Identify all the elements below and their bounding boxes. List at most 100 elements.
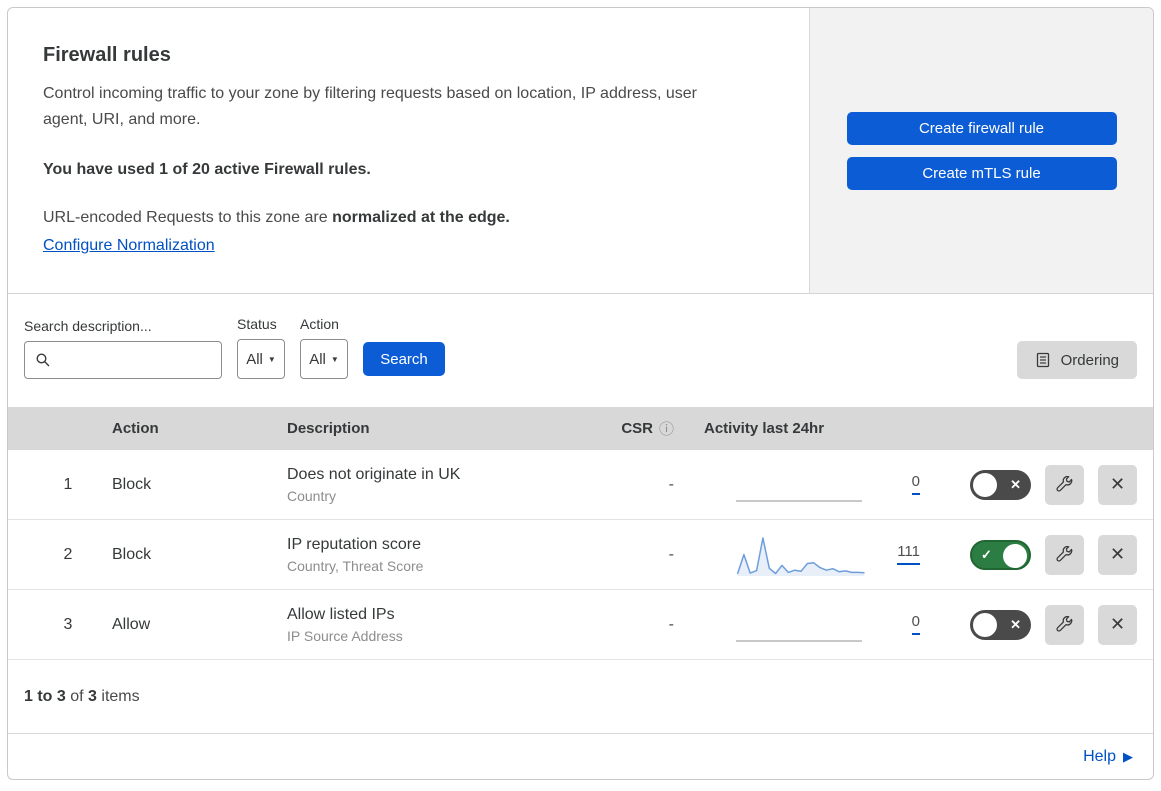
rule-priority: 3: [63, 615, 73, 633]
rule-activity-cell: 0: [680, 463, 920, 507]
header-section: Firewall rules Control incoming traffic …: [8, 8, 1153, 294]
firewall-rules-card: Firewall rules Control incoming traffic …: [7, 7, 1154, 780]
search-group: Search description...: [24, 318, 222, 379]
of-text: of: [70, 687, 84, 705]
toggle-knob: [1003, 543, 1027, 568]
chevron-down-icon: ▼: [267, 354, 276, 364]
column-csr: CSR ⓘ: [595, 418, 680, 439]
cross-icon: ✕: [1010, 616, 1021, 632]
delete-rule-button[interactable]: ✕: [1098, 464, 1137, 505]
column-activity: Activity last 24hr: [704, 420, 825, 437]
toggle-knob: [973, 612, 997, 637]
info-icon[interactable]: ⓘ: [659, 418, 674, 439]
rule-csr-value: -: [668, 475, 674, 493]
rule-description-cell: Allow listed IPs IP Source Address: [287, 606, 595, 644]
rule-priority: 1: [63, 475, 73, 493]
status-dropdown-value: All: [246, 350, 263, 368]
rule-csr-value: -: [668, 545, 674, 563]
activity-sparkline: [736, 603, 866, 647]
rule-description[interactable]: Allow listed IPs: [287, 606, 595, 624]
wrench-icon: [1056, 476, 1073, 492]
table-body: 1 Block Does not originate in UK Country…: [8, 450, 1153, 660]
rule-priority: 2: [63, 545, 73, 563]
edit-rule-button[interactable]: [1045, 464, 1084, 505]
status-dropdown[interactable]: All ▼: [237, 339, 285, 379]
action-dropdown[interactable]: All ▼: [300, 339, 348, 379]
enable-toggle[interactable]: ✓ ✕: [970, 609, 1031, 640]
enable-toggle[interactable]: ✓ ✕: [970, 469, 1031, 500]
edit-rule-button[interactable]: [1045, 534, 1084, 575]
search-button[interactable]: Search: [363, 342, 445, 376]
rule-action: Block: [112, 545, 152, 563]
table-row: 3 Allow Allow listed IPs IP Source Addre…: [8, 590, 1153, 660]
list-document-icon: [1036, 352, 1049, 368]
table-header: Action Description CSR ⓘ Activity last 2…: [8, 407, 1153, 450]
search-text-field[interactable]: [51, 342, 221, 378]
activity-sparkline: [736, 463, 866, 507]
search-icon: [36, 353, 50, 367]
page-title: Firewall rules: [43, 44, 171, 66]
rule-controls: ✓ ✕ ✕: [920, 534, 1137, 575]
help-bar: Help ▶: [8, 734, 1153, 779]
close-icon: ✕: [1109, 614, 1126, 634]
rule-controls: ✓ ✕ ✕: [920, 604, 1137, 645]
rule-description[interactable]: IP reputation score: [287, 536, 595, 554]
arrow-right-icon: ▶: [1123, 749, 1133, 764]
usage-summary: You have used 1 of 20 active Firewall ru…: [43, 161, 371, 178]
activity-count-link[interactable]: 0: [911, 614, 920, 635]
rule-controls: ✓ ✕ ✕: [920, 464, 1137, 505]
rule-description-cell: Does not originate in UK Country: [287, 466, 595, 504]
filter-bar: Search description... Status All ▼ Actio…: [8, 294, 1153, 407]
edit-rule-button[interactable]: [1045, 604, 1084, 645]
enable-toggle[interactable]: ✓ ✕: [970, 539, 1031, 570]
activity-count-link[interactable]: 0: [911, 474, 920, 495]
range-text: 1 to 3: [24, 687, 66, 705]
rule-activity-cell: 111: [680, 533, 920, 577]
items-text: items: [101, 687, 140, 705]
delete-rule-button[interactable]: ✕: [1098, 534, 1137, 575]
status-group: Status All ▼: [237, 316, 285, 379]
search-label: Search description...: [24, 318, 152, 334]
wrench-icon: [1056, 616, 1073, 632]
pagination-summary: 1 to 3 of 3 items: [8, 660, 1153, 734]
delete-rule-button[interactable]: ✕: [1098, 604, 1137, 645]
search-input[interactable]: [24, 341, 222, 379]
help-label: Help: [1083, 747, 1116, 765]
column-action: Action: [112, 420, 159, 437]
create-mtls-rule-button[interactable]: Create mTLS rule: [846, 156, 1117, 190]
normalization-note: URL-encoded Requests to this zone are no…: [43, 209, 779, 227]
actions-panel: Create firewall rule Create mTLS rule: [809, 8, 1153, 293]
rule-fields: Country: [287, 487, 337, 504]
rule-description[interactable]: Does not originate in UK: [287, 466, 595, 484]
action-dropdown-value: All: [309, 350, 326, 368]
help-link[interactable]: Help ▶: [1083, 748, 1133, 766]
activity-sparkline: [736, 533, 866, 577]
ordering-button[interactable]: Ordering: [1016, 341, 1137, 379]
status-label: Status: [237, 316, 277, 332]
close-icon: ✕: [1109, 474, 1126, 494]
toggle-knob: [973, 472, 997, 497]
ordering-button-label: Ordering: [1060, 351, 1119, 369]
action-label: Action: [300, 316, 339, 332]
rule-csr-value: -: [668, 615, 674, 633]
header-text-block: Firewall rules Control incoming traffic …: [8, 8, 809, 293]
rule-activity-cell: 0: [680, 603, 920, 647]
wrench-icon: [1056, 546, 1073, 562]
total-text: 3: [88, 687, 97, 705]
cross-icon: ✕: [1010, 476, 1021, 492]
action-group: Action All ▼: [300, 316, 348, 379]
rule-action: Block: [112, 475, 152, 493]
chevron-down-icon: ▼: [330, 354, 339, 364]
create-firewall-rule-button[interactable]: Create firewall rule: [846, 111, 1117, 145]
normalization-bold: normalized at the edge.: [332, 209, 510, 226]
rule-fields: Country, Threat Score: [287, 557, 424, 574]
column-csr-label: CSR: [621, 420, 653, 437]
activity-count-link[interactable]: 111: [897, 544, 920, 565]
table-row: 1 Block Does not originate in UK Country…: [8, 450, 1153, 520]
close-icon: ✕: [1109, 544, 1126, 564]
page-description: Control incoming traffic to your zone by…: [43, 85, 697, 128]
rule-action: Allow: [112, 615, 151, 633]
rule-description-cell: IP reputation score Country, Threat Scor…: [287, 536, 595, 574]
normalization-text: URL-encoded Requests to this zone are: [43, 209, 328, 226]
configure-normalization-link[interactable]: Configure Normalization: [43, 237, 215, 255]
